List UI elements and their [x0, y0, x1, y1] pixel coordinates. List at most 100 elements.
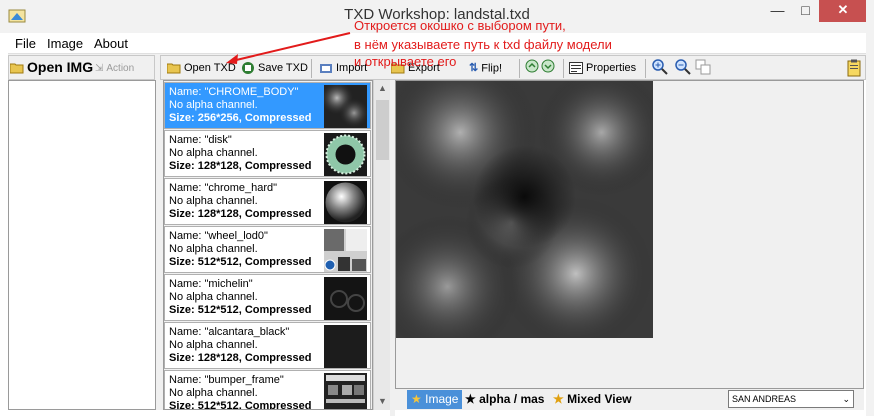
texture-list-scrollbar[interactable]: ▲ ▼: [373, 80, 390, 410]
annotation-line-2: в нём указываете путь к txd файлу модели: [354, 37, 612, 52]
splitter[interactable]: [156, 80, 163, 410]
scroll-down-icon[interactable]: ▼: [374, 393, 391, 410]
close-button[interactable]: ✕: [819, 0, 867, 22]
texture-list[interactable]: Name: "CHROME_BODY" No alpha channel. Si…: [163, 80, 373, 410]
action-icon: ⇲: [95, 63, 104, 74]
star-icon: ★: [465, 392, 476, 406]
open-img-button[interactable]: Open IMG: [10, 58, 93, 77]
texture-alpha: No alpha channel.: [169, 147, 258, 159]
texture-size: Size: 128*128, Compressed: [169, 352, 312, 364]
import-icon: [320, 64, 332, 74]
action-label: Action: [106, 63, 135, 75]
zoom-in-button[interactable]: [652, 59, 668, 78]
toolbar-separator: [311, 59, 312, 78]
save-txd-label: Save TXD: [258, 62, 308, 74]
texture-size: Size: 512*512, Compressed: [169, 256, 312, 268]
window-border: [866, 0, 874, 416]
scroll-thumb[interactable]: [376, 100, 389, 160]
texture-item[interactable]: Name: "chrome_hard" No alpha channel. Si…: [164, 178, 371, 225]
texture-name: Name: "bumper_frame": [169, 374, 284, 386]
menu-file[interactable]: File: [15, 36, 36, 51]
save-txd-button[interactable]: Save TXD: [241, 59, 308, 78]
action-button[interactable]: ⇲ Action: [95, 59, 134, 78]
clipboard-icon: [847, 59, 861, 77]
flip-arrow-icon: ⇅: [469, 62, 479, 74]
texture-name: Name: "chrome_hard": [169, 182, 278, 194]
texture-alpha: No alpha channel.: [169, 387, 258, 399]
txd-toolbar-panel: Open TXD Save TXD Import Export ⇅ Flip! P…: [160, 55, 866, 80]
texture-name: Name: "CHROME_BODY": [169, 86, 299, 98]
minimize-button[interactable]: —: [763, 0, 792, 22]
disk-texture-thumbnail: [324, 133, 367, 176]
annotation-line-3: и открываете его: [354, 54, 457, 69]
texture-item[interactable]: Name: "CHROME_BODY" No alpha channel. Si…: [164, 82, 371, 129]
zoom-in-icon: [652, 59, 668, 75]
toolbar-separator: [563, 59, 564, 78]
annotation-line-1: Откроется окошко с выбором пути,: [354, 18, 566, 33]
zoom-out-button[interactable]: [675, 59, 691, 78]
texture-alpha: No alpha channel.: [169, 291, 258, 303]
scroll-up-icon[interactable]: ▲: [374, 80, 391, 97]
texture-info: Name: "alcantara_black" No alpha channel…: [169, 326, 311, 365]
texture-info: Name: "bumper_frame" No alpha channel. S…: [169, 374, 312, 410]
texture-preview-image: [396, 81, 653, 338]
texture-item[interactable]: Name: "alcantara_black" No alpha channel…: [164, 322, 371, 369]
tab-alpha-label: alpha / mas: [479, 392, 545, 406]
texture-name: Name: "michelin": [169, 278, 253, 290]
toolbar-separator: [645, 59, 646, 78]
texture-item[interactable]: Name: "michelin" No alpha channel. Size:…: [164, 274, 371, 321]
open-txd-button[interactable]: Open TXD: [167, 59, 236, 78]
wheel-atlas-texture-thumbnail: [324, 229, 367, 272]
texture-size: Size: 512*512, Compressed: [169, 304, 312, 316]
game-version-select[interactable]: SAN ANDREAS ⌄: [728, 390, 854, 408]
game-version-value: SAN ANDREAS: [732, 394, 797, 404]
texture-info: Name: "disk" No alpha channel. Size: 128…: [169, 134, 311, 173]
rotate-right-button[interactable]: [541, 59, 555, 78]
chrome-sphere-texture-thumbnail: [324, 181, 367, 224]
view-tabs: ★ Image ★ alpha / mas ★ Mixed View SAN A…: [395, 389, 864, 410]
texture-item[interactable]: Name: "disk" No alpha channel. Size: 128…: [164, 130, 371, 177]
texture-item[interactable]: Name: "wheel_lod0" No alpha channel. Siz…: [164, 226, 371, 273]
fit-size-icon: [695, 59, 711, 75]
star-icon: ★: [411, 392, 422, 406]
rotate-left-button[interactable]: [525, 59, 539, 78]
tab-alpha[interactable]: ★ alpha / mas: [465, 390, 544, 409]
chevron-down-icon: ⌄: [842, 394, 850, 404]
tab-image-label: Image: [425, 392, 459, 406]
texture-info: Name: "wheel_lod0" No alpha channel. Siz…: [169, 230, 311, 269]
img-toolbar-panel: Open IMG ⇲ Action: [8, 55, 155, 80]
menu-image[interactable]: Image: [47, 36, 83, 51]
menu-about[interactable]: About: [94, 36, 128, 51]
open-img-label: Open IMG: [27, 59, 94, 75]
texture-size: Size: 512*512, Compressed: [169, 400, 312, 410]
texture-alpha: No alpha channel.: [169, 195, 258, 207]
properties-label: Properties: [586, 62, 637, 74]
star-icon: ★: [553, 392, 564, 406]
tab-mixed-view[interactable]: ★ Mixed View: [553, 390, 632, 409]
open-txd-label: Open TXD: [184, 62, 236, 74]
texture-name: Name: "disk": [169, 134, 232, 146]
properties-icon: [569, 62, 583, 75]
toolbar-separator: [519, 59, 520, 78]
texture-alpha: No alpha channel.: [169, 243, 258, 255]
tab-image[interactable]: ★ Image: [407, 390, 463, 409]
texture-size: Size: 128*128, Compressed: [169, 208, 312, 220]
properties-button[interactable]: Properties: [569, 59, 636, 78]
flip-label: Flip!: [481, 62, 502, 75]
side-panel-button[interactable]: [847, 59, 861, 78]
dark-fabric-texture-thumbnail: [324, 325, 367, 368]
texture-alpha: No alpha channel.: [169, 339, 258, 351]
bumper-texture-thumbnail: [324, 373, 367, 409]
maximize-button[interactable]: □: [792, 0, 819, 22]
texture-info: Name: "CHROME_BODY" No alpha channel. Si…: [169, 86, 311, 125]
texture-info: Name: "michelin" No alpha channel. Size:…: [169, 278, 311, 317]
cloud-texture-thumbnail: [324, 85, 367, 128]
texture-preview: [395, 80, 864, 389]
texture-item[interactable]: Name: "bumper_frame" No alpha channel. S…: [164, 370, 371, 410]
flip-button[interactable]: ⇅ Flip!: [469, 59, 502, 78]
zoom-out-icon: [675, 59, 691, 75]
texture-size: Size: 128*128, Compressed: [169, 160, 312, 172]
fit-size-button[interactable]: [695, 59, 711, 78]
img-entries-panel[interactable]: [8, 80, 156, 410]
rotate-right-icon: [541, 59, 555, 73]
